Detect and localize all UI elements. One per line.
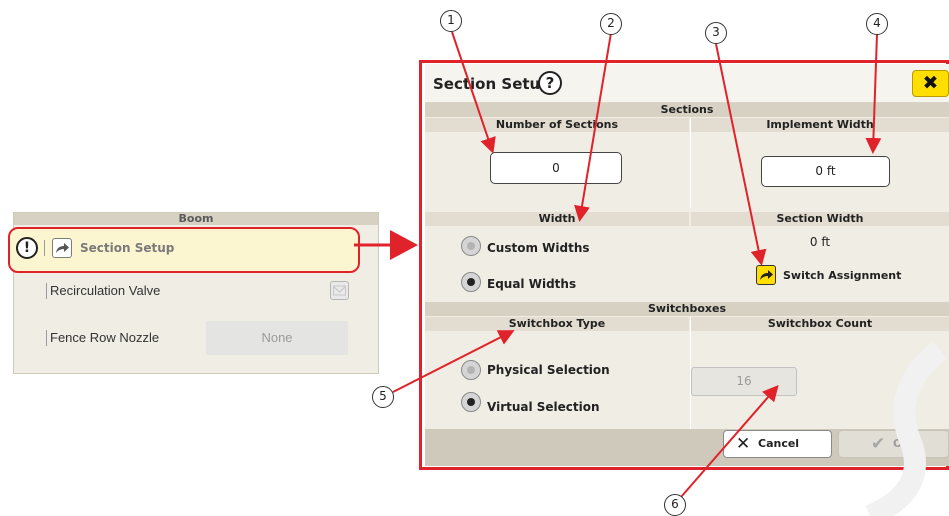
callout-5: 5 [372,386,394,408]
callout-3: 3 [705,22,727,44]
callout-1: 1 [440,10,462,32]
callout-6: 6 [664,494,686,516]
callout-arrows [392,31,882,498]
callout-2: 2 [600,13,622,35]
callout-4: 4 [866,13,888,35]
